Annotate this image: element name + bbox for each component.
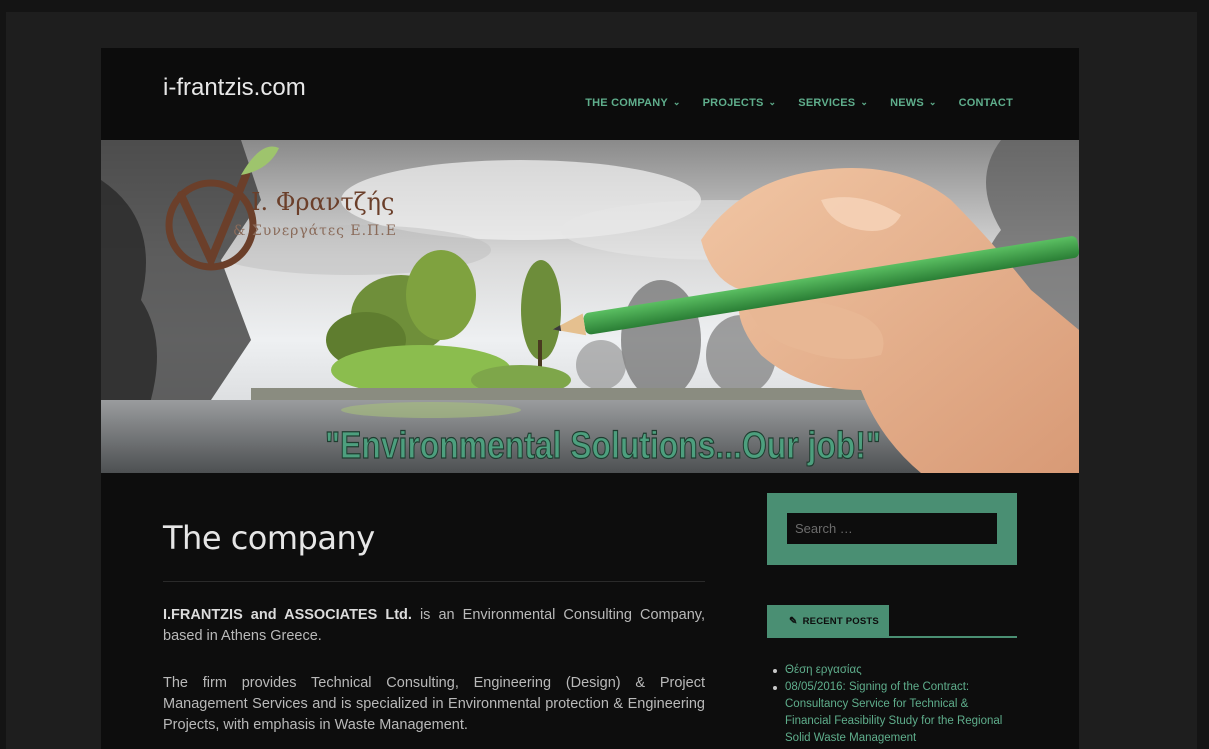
company-name: I.FRANTZIS and ASSOCIATES Ltd. [163, 607, 412, 623]
nav-item-projects[interactable]: PROJECTS ⌄ [702, 96, 777, 110]
recent-posts-header: ✎ RECENT POSTS [767, 605, 1017, 638]
header-banner-image: Ι. Φραντζής & Συνεργάτες Ε.Π.Ε "Environm… [101, 140, 1079, 473]
chevron-down-icon: ⌄ [928, 96, 937, 107]
search-input[interactable] [787, 513, 997, 544]
nav-item-label: THE COMPANY [585, 97, 668, 109]
nav-item-news[interactable]: NEWS ⌄ [890, 96, 937, 110]
page-container: i-frantzis.com THE COMPANY ⌄ PROJECTS ⌄ … [101, 48, 1079, 749]
nav-item-label: CONTACT [958, 97, 1013, 109]
intro-paragraph: I.FRANTZIS and ASSOCIATES Ltd. is an Env… [163, 605, 705, 647]
site-title-link[interactable]: i-frantzis.com [163, 74, 306, 102]
page-title: The company [163, 519, 375, 557]
recent-posts-underline [767, 636, 1017, 638]
nav-item-the-company[interactable]: THE COMPANY ⌄ [585, 96, 681, 110]
nav-item-label: NEWS [890, 97, 924, 109]
pencil-icon: ✎ [789, 615, 798, 627]
chevron-down-icon: ⌄ [768, 96, 777, 107]
chevron-down-icon: ⌄ [860, 96, 869, 107]
recent-post-link[interactable]: 08/05/2016: Signing of the Contract: Con… [785, 681, 1002, 744]
nav-item-label: PROJECTS [702, 97, 764, 109]
chevron-down-icon: ⌄ [672, 96, 681, 107]
list-item: 08/05/2016: Signing of the Contract: Con… [773, 679, 1017, 747]
logo-name-text: Ι. Φραντζής [251, 188, 394, 216]
recent-posts-tab: ✎ RECENT POSTS [767, 605, 889, 637]
nav-item-contact[interactable]: CONTACT [959, 97, 1013, 109]
services-paragraph: The firm provides Technical Consulting, … [163, 675, 705, 733]
search-widget [767, 493, 1017, 565]
recent-posts-list: Θέση εργασίας 08/05/2016: Signing of the… [767, 662, 1017, 747]
title-divider [163, 581, 705, 582]
site-header: i-frantzis.com THE COMPANY ⌄ PROJECTS ⌄ … [101, 48, 1079, 140]
recent-posts-title: RECENT POSTS [802, 615, 879, 627]
main-navigation: THE COMPANY ⌄ PROJECTS ⌄ SERVICES ⌄ NEWS… [563, 96, 1013, 110]
recent-post-link[interactable]: Θέση εργασίας [785, 664, 862, 676]
list-item: Θέση εργασίας [773, 662, 1017, 679]
logo-subtitle-text: & Συνεργάτες Ε.Π.Ε [233, 223, 397, 239]
nav-item-services[interactable]: SERVICES ⌄ [798, 96, 869, 110]
banner-slogan: "Environmental Solutions...Our job!" [325, 425, 881, 467]
nav-item-label: SERVICES [798, 97, 856, 109]
